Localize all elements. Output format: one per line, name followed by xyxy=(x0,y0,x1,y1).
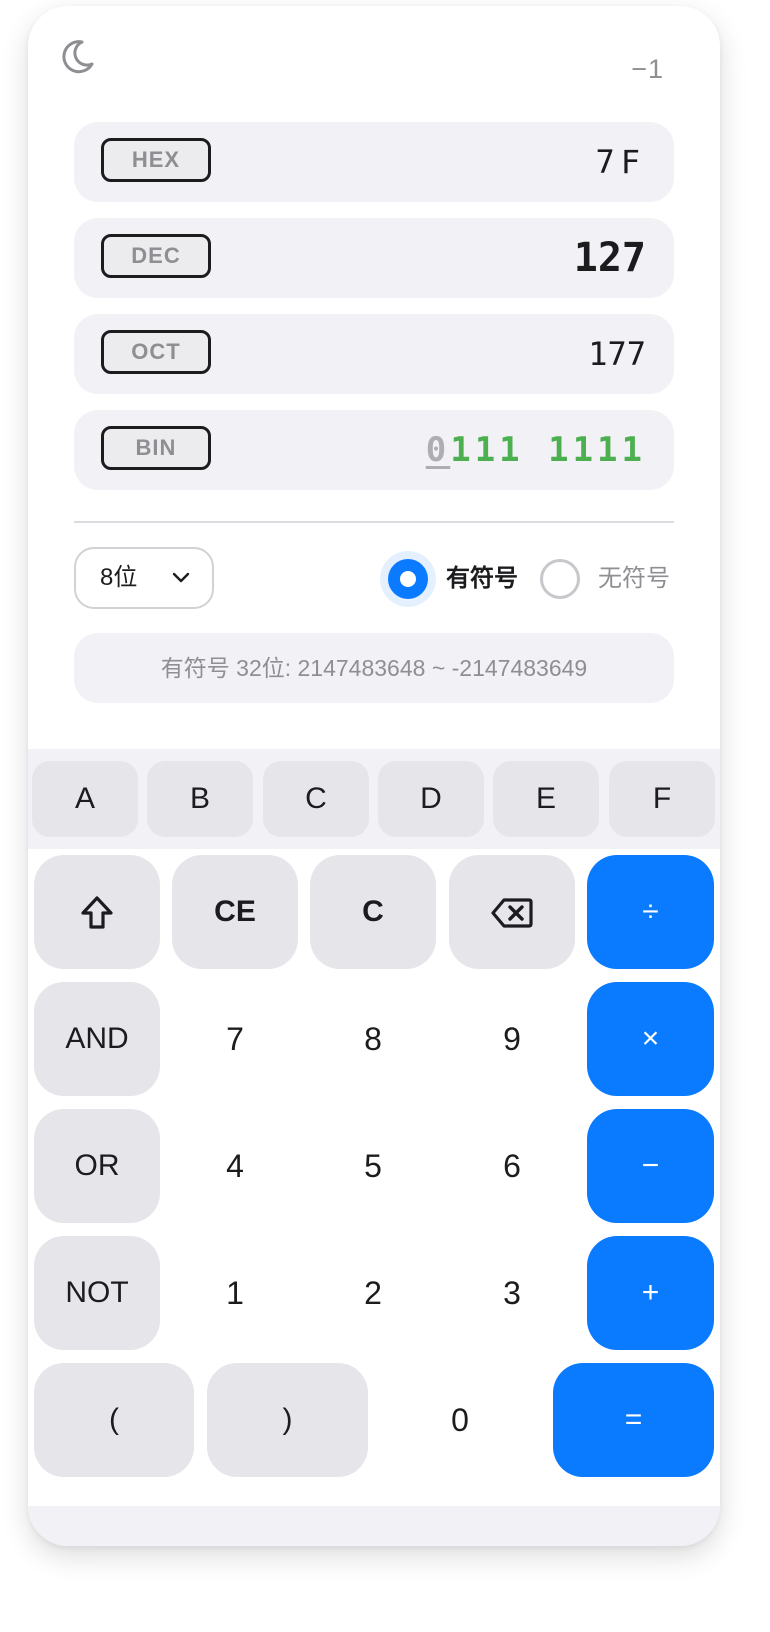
minus-button[interactable]: − xyxy=(587,1109,714,1223)
key-a[interactable]: A xyxy=(32,761,138,837)
key-c[interactable]: C xyxy=(263,761,369,837)
signed-option[interactable]: 有符号 xyxy=(388,552,538,606)
digit-2-button[interactable]: 2 xyxy=(310,1236,436,1350)
not-button[interactable]: NOT xyxy=(34,1236,160,1350)
plus-button[interactable]: + xyxy=(587,1236,714,1350)
shift-button[interactable] xyxy=(34,855,160,969)
oct-value: 177 xyxy=(588,335,646,373)
divider xyxy=(74,521,674,523)
right-paren-button[interactable]: ) xyxy=(207,1363,368,1477)
digit-6-button[interactable]: 6 xyxy=(449,1109,575,1223)
backspace-button[interactable] xyxy=(449,855,575,969)
backspace-icon xyxy=(491,898,533,928)
key-d[interactable]: D xyxy=(378,761,484,837)
bottom-bar xyxy=(28,1506,720,1546)
chevron-down-icon xyxy=(172,572,190,583)
range-info: 有符号 32位: 2147483648 ~ -2147483649 xyxy=(74,633,674,703)
dec-tag[interactable]: DEC xyxy=(101,234,211,278)
oct-tag[interactable]: OCT xyxy=(101,330,211,374)
bit-width-select[interactable]: 8位 xyxy=(74,547,214,609)
left-paren-button[interactable]: ( xyxy=(34,1363,194,1477)
hex-row[interactable]: HEX 7F xyxy=(74,122,674,202)
clear-entry-button[interactable]: CE xyxy=(172,855,298,969)
hex-tag[interactable]: HEX xyxy=(101,138,211,182)
bit-width-value: 8位 xyxy=(100,564,138,591)
signed-radio[interactable] xyxy=(388,559,428,599)
digit-0-button[interactable]: 0 xyxy=(380,1363,540,1477)
and-button[interactable]: AND xyxy=(34,982,160,1096)
digit-5-button[interactable]: 5 xyxy=(310,1109,436,1223)
unsigned-radio[interactable] xyxy=(540,559,580,599)
hex-keyboard: A B C D E F xyxy=(28,749,720,849)
bin-leading-digit[interactable]: 0 xyxy=(426,430,450,470)
bin-row[interactable]: BIN 0111 1111 xyxy=(74,410,674,490)
bin-tag[interactable]: BIN xyxy=(101,426,211,470)
dec-value: 127 xyxy=(573,235,646,281)
divide-button[interactable]: ÷ xyxy=(587,855,714,969)
digit-3-button[interactable]: 3 xyxy=(449,1236,575,1350)
dec-row[interactable]: DEC 127 xyxy=(74,218,674,298)
unsigned-label: 无符号 xyxy=(598,565,670,592)
multiply-button[interactable]: × xyxy=(587,982,714,1096)
digit-4-button[interactable]: 4 xyxy=(172,1109,298,1223)
key-f[interactable]: F xyxy=(609,761,715,837)
calculator-window: −1 HEX 7F DEC 127 OCT 177 BIN 0111 1111 … xyxy=(28,6,720,1546)
hex-value: 7F xyxy=(595,143,646,181)
oct-row[interactable]: OCT 177 xyxy=(74,314,674,394)
or-button[interactable]: OR xyxy=(34,1109,160,1223)
digit-9-button[interactable]: 9 xyxy=(449,982,575,1096)
signed-label: 有符号 xyxy=(446,565,518,592)
bin-digits[interactable]: 111 1111 xyxy=(450,430,646,470)
key-b[interactable]: B xyxy=(147,761,253,837)
clear-button[interactable]: C xyxy=(310,855,436,969)
digit-8-button[interactable]: 8 xyxy=(310,982,436,1096)
moon-icon[interactable] xyxy=(58,38,96,76)
digit-1-button[interactable]: 1 xyxy=(172,1236,298,1350)
equals-button[interactable]: = xyxy=(553,1363,714,1477)
expression-display: −1 xyxy=(631,54,664,84)
bin-value: 0111 1111 xyxy=(426,410,646,490)
unsigned-option[interactable]: 无符号 xyxy=(540,552,674,606)
shift-icon xyxy=(81,896,113,929)
key-e[interactable]: E xyxy=(493,761,599,837)
digit-7-button[interactable]: 7 xyxy=(172,982,298,1096)
